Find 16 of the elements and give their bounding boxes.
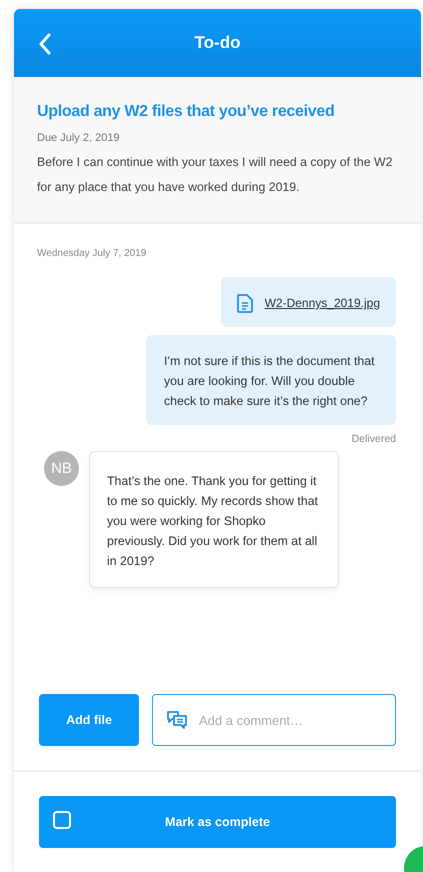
back-icon[interactable] — [38, 33, 52, 55]
task-description: Before I can continue with your taxes I will need a copy of the W2 for any place that you have worked during 2019. — [37, 154, 394, 196]
message-text: That’s the one. Thank you for getting it to me so quickly. My records show that you were working for Shopko previously. Did you work for them at all in 2019? — [107, 474, 318, 568]
checkbox[interactable] — [53, 811, 71, 829]
task-title: Upload any W2 files that you’ve received — [37, 103, 336, 121]
document-icon — [236, 294, 253, 312]
conversation-date: Wednesday July 7, 2019 — [37, 248, 148, 259]
message-text: I’m not sure if this is the document that you are looking for. Will you double check to make sure it’s the right one? — [164, 354, 375, 408]
screen-title: To-do — [194, 33, 240, 53]
comment-field[interactable]: Add a comment… — [152, 694, 396, 746]
file-link[interactable]: W2-Dennys_2019.jpg — [264, 293, 380, 313]
due-date: Due July 2, 2019 — [37, 132, 121, 144]
mark-complete-button[interactable]: Mark as complete — [39, 796, 396, 848]
add-file-button[interactable]: Add file — [39, 694, 139, 746]
avatar: NB — [44, 451, 79, 486]
delivery-status: Delivered — [352, 433, 396, 445]
